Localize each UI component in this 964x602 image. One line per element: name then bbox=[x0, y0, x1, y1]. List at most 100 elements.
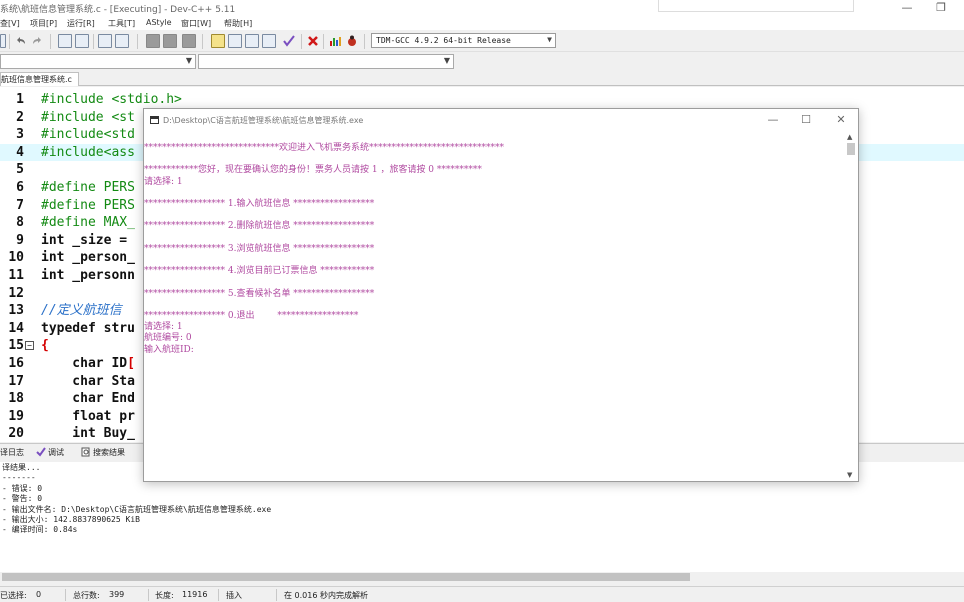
compile-icon[interactable] bbox=[211, 34, 225, 48]
redo-icon[interactable] bbox=[30, 34, 44, 48]
code-text: int _person_ bbox=[41, 249, 135, 267]
menu-window[interactable]: 窗口[W] bbox=[181, 18, 211, 29]
menu-view[interactable]: 查[V] bbox=[0, 18, 20, 29]
code-text: int _size = bbox=[41, 232, 127, 250]
console-scrollbar[interactable]: ▲ ▼ bbox=[845, 131, 857, 481]
find-icon[interactable] bbox=[58, 34, 72, 48]
menu-bar: 查[V] 项目[P] 运行[R] 工具[T] AStyle 窗口[W] 帮助[H… bbox=[0, 16, 964, 30]
status-separator bbox=[276, 589, 277, 601]
code-text: int Buy_ bbox=[41, 425, 135, 442]
compiler-select[interactable]: TDM-GCC 4.9.2 64-bit Release ▼ bbox=[371, 33, 556, 48]
menu-astyle[interactable]: AStyle bbox=[146, 18, 172, 27]
tab-search-results[interactable]: 搜索结果 bbox=[81, 447, 125, 458]
line-number: 9 bbox=[16, 232, 24, 248]
class-toolbar: ▼ ▼ bbox=[0, 52, 964, 71]
line-number: 8 bbox=[16, 215, 24, 231]
status-selected-label: 已选择: bbox=[0, 591, 27, 600]
console-output[interactable]: ******************************欢迎进入飞机票务系统… bbox=[144, 131, 846, 481]
class-browser-icon[interactable] bbox=[182, 34, 196, 48]
compile-log-line: - 输出文件名: D:\Desktop\C语言航班管理系统\航班信息管理系统.e… bbox=[2, 504, 272, 514]
compile-log-line: 译结果... bbox=[2, 463, 41, 472]
line-number: 11 bbox=[8, 268, 24, 283]
stop-execution-icon[interactable] bbox=[306, 34, 320, 48]
scrollbar-thumb[interactable] bbox=[2, 573, 690, 581]
console-close-button[interactable]: ✕ bbox=[834, 113, 848, 127]
console-minimize-button[interactable]: — bbox=[766, 113, 780, 127]
debug-bug-icon[interactable] bbox=[345, 34, 359, 48]
console-title-bar[interactable]: D:\Desktop\C语言航班管理系统\航班信息管理系统.exe — ☐ ✕ bbox=[144, 109, 858, 131]
code-token: float pr bbox=[41, 408, 135, 424]
replace-icon[interactable] bbox=[75, 34, 89, 48]
menu-project[interactable]: 项目[P] bbox=[30, 18, 57, 29]
class-combo[interactable]: ▼ bbox=[0, 54, 196, 69]
rebuild-all-icon[interactable] bbox=[262, 34, 276, 48]
console-title: D:\Desktop\C语言航班管理系统\航班信息管理系统.exe bbox=[163, 116, 364, 125]
undo-icon[interactable] bbox=[14, 34, 28, 48]
line-number: 19 bbox=[8, 408, 24, 424]
code-token: #include <st bbox=[41, 109, 135, 125]
toolbar-separator bbox=[301, 34, 302, 49]
minimize-button[interactable]: — bbox=[900, 2, 914, 14]
window-title: 系统\航班信息管理系统.c - [Executing] - Dev-C++ 5.… bbox=[0, 5, 236, 15]
run-icon[interactable] bbox=[228, 34, 242, 48]
code-text: int _personn bbox=[41, 267, 135, 285]
forward-icon[interactable] bbox=[163, 34, 177, 48]
console-window[interactable]: D:\Desktop\C语言航班管理系统\航班信息管理系统.exe — ☐ ✕ … bbox=[143, 108, 859, 482]
code-token: #define PERS bbox=[41, 180, 135, 195]
code-line[interactable]: 1 #include <stdio.h> bbox=[0, 91, 964, 109]
console-output-line: 请选择: 1 bbox=[144, 176, 183, 187]
console-scrollbar-thumb[interactable] bbox=[847, 143, 855, 155]
code-text: char Sta bbox=[41, 373, 135, 391]
tab-source-file[interactable]: 航班信息管理系统.c bbox=[0, 72, 79, 86]
code-token: char End bbox=[41, 391, 135, 407]
editor-tab-strip: 航班信息管理系统.c bbox=[0, 71, 964, 86]
tab-debug[interactable]: 调试 bbox=[36, 447, 64, 458]
line-number: 6 bbox=[16, 180, 24, 195]
status-lines-value: 399 bbox=[109, 590, 125, 599]
code-text: #include <stdio.h> bbox=[41, 91, 182, 109]
menu-tools[interactable]: 工具[T] bbox=[108, 18, 135, 29]
menu-run[interactable]: 运行[R] bbox=[67, 18, 95, 29]
goto-bookmark-icon[interactable] bbox=[115, 34, 129, 48]
chevron-down-icon[interactable]: ▼ bbox=[847, 471, 852, 479]
tab-compile-log[interactable]: 译日志 bbox=[0, 447, 24, 458]
menu-help[interactable]: 帮助[H] bbox=[224, 18, 252, 29]
code-text: char End bbox=[41, 390, 135, 408]
line-number: 13 bbox=[8, 303, 24, 319]
code-text: char ID[ bbox=[41, 355, 135, 373]
toolbar-separator bbox=[137, 34, 138, 49]
code-token: int _personn bbox=[41, 268, 135, 283]
bracket-match-token: [ bbox=[127, 356, 135, 371]
console-maximize-button[interactable]: ☐ bbox=[799, 113, 813, 127]
restore-button[interactable]: ❐ bbox=[934, 2, 948, 14]
goto-line-icon[interactable] bbox=[98, 34, 112, 48]
member-combo[interactable]: ▼ bbox=[198, 54, 454, 69]
console-output-line: 请选择: 1 bbox=[144, 322, 183, 333]
horizontal-scrollbar[interactable] bbox=[0, 572, 964, 582]
console-output-line: ****************** 5.查看候补名单 ************… bbox=[144, 288, 375, 299]
code-text: { bbox=[41, 337, 49, 355]
status-insert-mode: 插入 bbox=[226, 591, 242, 600]
compiler-select-value: TDM-GCC 4.9.2 64-bit Release bbox=[376, 36, 511, 45]
line-number: 20 bbox=[8, 426, 24, 442]
chevron-down-icon: ▼ bbox=[443, 56, 450, 65]
line-number: 12 bbox=[8, 285, 24, 301]
chevron-up-icon[interactable]: ▲ bbox=[847, 133, 852, 141]
line-number: 14 bbox=[8, 320, 24, 336]
compile-run-icon[interactable] bbox=[245, 34, 259, 48]
status-separator bbox=[218, 589, 219, 601]
code-token: int _size = bbox=[41, 232, 128, 248]
code-token: int _person_ bbox=[41, 250, 135, 266]
line-number: 16 bbox=[8, 356, 24, 371]
code-text: #define MAX_ bbox=[41, 214, 135, 232]
status-bar: 已选择: 0 总行数: 399 长度: 11916 插入 在 0.016 秒内完… bbox=[0, 586, 964, 602]
status-selected-value: 0 bbox=[36, 590, 42, 599]
line-number: 10 bbox=[8, 250, 24, 266]
back-icon[interactable] bbox=[146, 34, 160, 48]
console-output-line: 航班编号: 0 bbox=[144, 333, 192, 344]
code-token: char Sta bbox=[41, 373, 135, 389]
profile-chart-icon[interactable] bbox=[328, 34, 342, 48]
compile-log-line: - 编译时间: 0.84s bbox=[2, 525, 78, 535]
check-syntax-icon[interactable] bbox=[282, 34, 296, 48]
fold-toggle-icon[interactable]: − bbox=[25, 341, 34, 351]
